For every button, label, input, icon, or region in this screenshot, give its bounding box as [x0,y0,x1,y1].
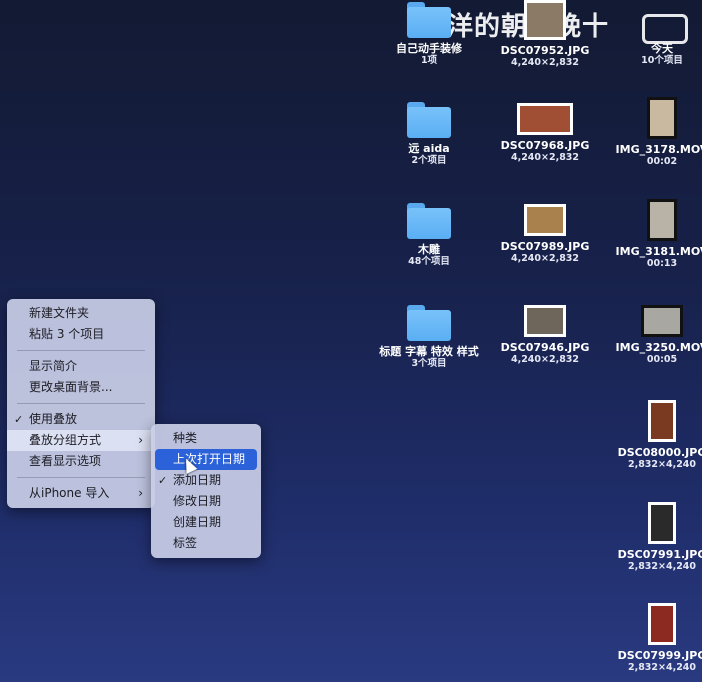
menu-item-label: 添加日期 [173,473,222,487]
menu-item-label: 标签 [173,536,198,550]
item-info: 2,832×4,240 [627,459,697,470]
menu-view-options[interactable]: 查看显示选项 [7,451,155,472]
folder-icon [407,305,451,341]
item-name: 标题 字幕 特效 样式 [379,345,479,358]
submenu-kind[interactable]: 种类 [151,428,261,449]
menu-item-label: 粘贴 3 个项目 [29,327,105,341]
item-info: 00:05 [646,354,678,365]
menu-item-label: 使用叠放 [29,412,78,426]
photo-thumbnail [648,502,676,544]
photo-thumbnail [517,103,573,135]
desktop-video[interactable]: IMG_3178.MOV 00:02 [610,97,702,168]
desktop-folder[interactable]: 标题 字幕 特效 样式 3个项目 [377,305,481,370]
desktop-video[interactable]: IMG_3250.MOV 00:05 [610,305,702,366]
desktop-photo[interactable]: DSC07968.JPG 4,240×2,832 [493,103,597,164]
menu-item-label: 新建文件夹 [29,306,90,320]
submenu-date-created[interactable]: 创建日期 [151,512,261,533]
chevron-right-icon: › [138,433,143,447]
item-info: 48个项目 [408,256,450,267]
stack-icon [642,2,682,38]
folder-icon [407,2,451,38]
video-thumbnail [641,305,683,337]
menu-item-label: 显示简介 [29,359,78,373]
menu-item-label: 从iPhone 导入 [29,486,110,500]
item-name: 远 aida [408,142,450,155]
item-info: 4,240×2,832 [510,253,580,264]
desktop-video[interactable]: IMG_3181.MOV 00:13 [610,199,702,270]
menu-use-stacks[interactable]: ✓ 使用叠放 [7,409,155,430]
item-info: 2,832×4,240 [627,662,697,673]
desktop-photo[interactable]: DSC07999.JPG 2,832×4,240 [610,603,702,674]
item-info: 4,240×2,832 [510,152,580,163]
item-info: 10个项目 [641,55,683,66]
item-name: DSC07991.JPG [617,548,702,561]
group-by-submenu: 种类 上次打开日期 ✓ 添加日期 修改日期 创建日期 标签 [151,424,261,558]
menu-group-stacks-by[interactable]: 叠放分组方式 › [7,430,155,451]
menu-separator [17,477,145,478]
submenu-date-added[interactable]: ✓ 添加日期 [151,470,261,491]
checkmark-icon: ✓ [158,474,168,487]
video-thumbnail [647,97,677,139]
item-name: DSC07999.JPG [617,649,702,662]
submenu-date-modified[interactable]: 修改日期 [151,491,261,512]
item-name: DSC08000.JPG [617,446,702,459]
desktop-folder[interactable]: 木雕 48个项目 [377,203,481,268]
item-name: DSC07968.JPG [500,139,590,152]
menu-change-background[interactable]: 更改桌面背景... [7,377,155,398]
photo-thumbnail [524,0,566,40]
photo-thumbnail [648,603,676,645]
desktop-photo[interactable]: DSC07989.JPG 4,240×2,832 [493,204,597,265]
item-name: IMG_3178.MOV [615,143,702,156]
item-info: 2个项目 [411,155,447,166]
item-name: DSC07946.JPG [500,341,590,354]
item-info: 1项 [420,55,438,66]
item-info: 4,240×2,832 [510,354,580,365]
menu-item-label: 创建日期 [173,515,222,529]
desktop-folder[interactable]: 远 aida 2个项目 [377,102,481,167]
checkmark-icon: ✓ [14,413,24,426]
menu-item-label: 修改日期 [173,494,222,508]
menu-separator [17,403,145,404]
item-info: 3个项目 [411,358,447,369]
submenu-last-opened[interactable]: 上次打开日期 [155,449,257,470]
menu-get-info[interactable]: 显示简介 [7,356,155,377]
desktop-context-menu: 新建文件夹 粘贴 3 个项目 显示简介 更改桌面背景... ✓ 使用叠放 叠放分组… [7,299,155,508]
photo-thumbnail [648,400,676,442]
menu-item-label: 种类 [173,431,198,445]
menu-item-label: 叠放分组方式 [29,433,102,447]
desktop-photo[interactable]: DSC07952.JPG 4,240×2,832 [493,0,597,69]
folder-icon [407,102,451,138]
menu-paste-items[interactable]: 粘贴 3 个项目 [7,324,155,345]
desktop-photo[interactable]: DSC07991.JPG 2,832×4,240 [610,502,702,573]
menu-item-label: 更改桌面背景... [29,380,113,394]
desktop-stack[interactable]: 今天 10个项目 [610,2,702,67]
chevron-right-icon: › [138,486,143,500]
item-name: DSC07952.JPG [500,44,590,57]
item-info: 4,240×2,832 [510,57,580,68]
menu-item-label: 查看显示选项 [29,454,102,468]
video-thumbnail [647,199,677,241]
menu-import-from-iphone[interactable]: 从iPhone 导入 › [7,483,155,504]
item-name: IMG_3250.MOV [615,341,702,354]
photo-thumbnail [524,204,566,236]
desktop-photo[interactable]: DSC07946.JPG 4,240×2,832 [493,305,597,366]
desktop-folder[interactable]: 自己动手装修 1项 [377,2,481,67]
item-name: 自己动手装修 [396,42,462,55]
photo-thumbnail [524,305,566,337]
item-info: 00:13 [646,258,678,269]
item-name: 今天 [651,42,673,55]
item-info: 00:02 [646,156,678,167]
submenu-tags[interactable]: 标签 [151,533,261,554]
menu-new-folder[interactable]: 新建文件夹 [7,303,155,324]
item-name: 木雕 [418,243,440,256]
desktop-photo[interactable]: DSC08000.JPG 2,832×4,240 [610,400,702,471]
item-name: DSC07989.JPG [500,240,590,253]
folder-icon [407,203,451,239]
menu-separator [17,350,145,351]
item-name: IMG_3181.MOV [615,245,702,258]
item-info: 2,832×4,240 [627,561,697,572]
